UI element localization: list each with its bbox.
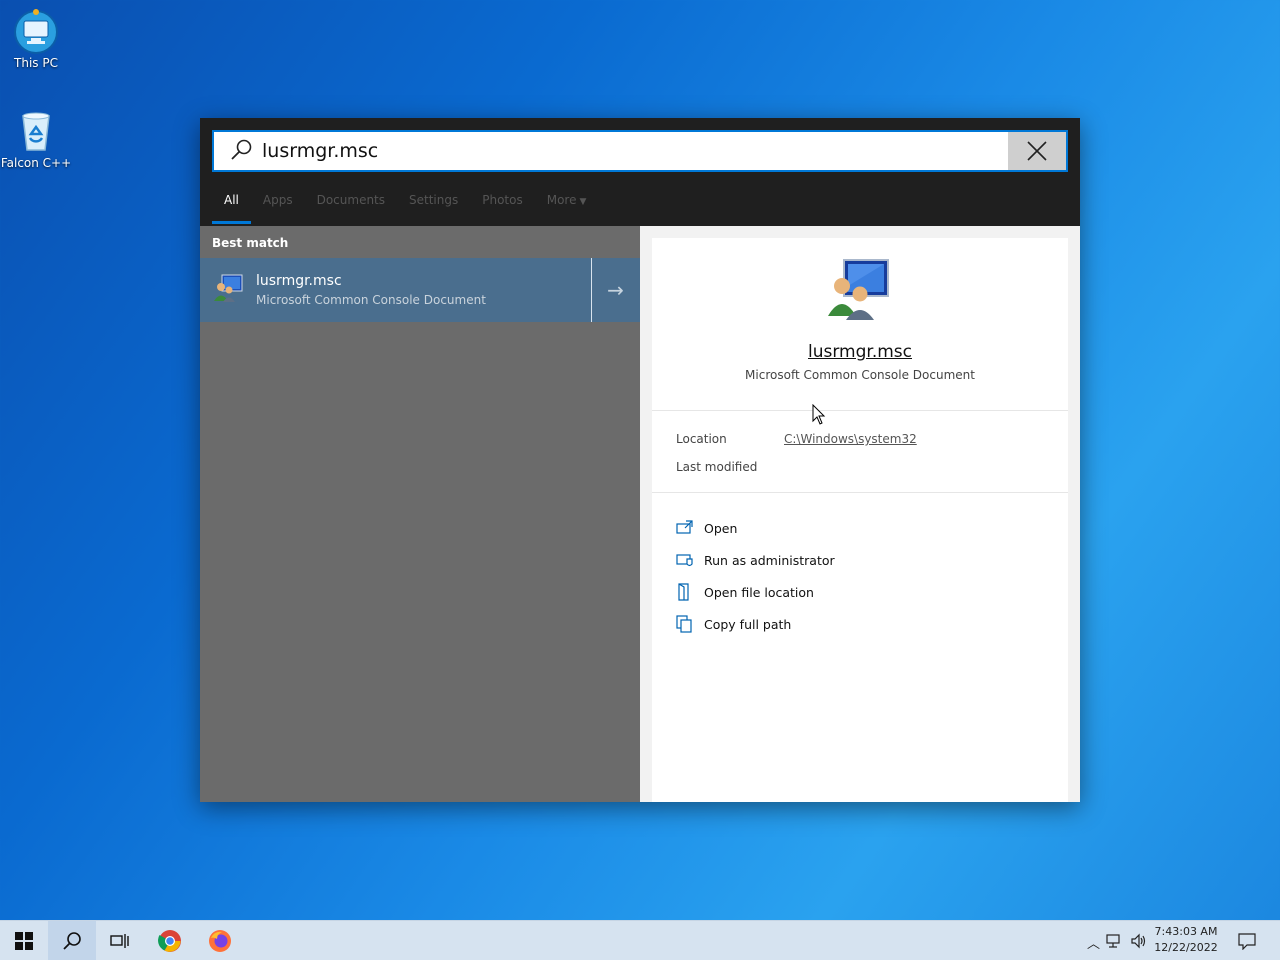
- recycle-bin-icon: [13, 108, 59, 154]
- actions-list: Open Run as administrator Open file loca…: [676, 512, 835, 640]
- shield-icon: [676, 551, 704, 569]
- action-open-file-location[interactable]: Open file location: [676, 576, 835, 608]
- chrome-taskbar-button[interactable]: [146, 921, 194, 960]
- mouse-cursor-icon: [812, 403, 826, 430]
- search-tabs: All Apps Documents Settings Photos More ▼: [212, 180, 598, 224]
- task-view-button[interactable]: [96, 921, 144, 960]
- arrow-right-icon: →: [607, 278, 624, 302]
- tab-settings[interactable]: Settings: [397, 180, 470, 224]
- search-icon: [214, 132, 262, 170]
- desktop-icon-label: This PC: [14, 56, 58, 70]
- chevron-up-icon[interactable]: ︿: [1087, 933, 1100, 952]
- modified-label: Last modified: [676, 460, 758, 474]
- details-pane: lusrmgr.msc Microsoft Common Console Doc…: [640, 226, 1080, 802]
- action-open[interactable]: Open: [676, 512, 835, 544]
- volume-icon[interactable]: [1130, 933, 1148, 953]
- task-view-icon: [110, 934, 129, 948]
- desktop-icon-this-pc[interactable]: This PC: [0, 8, 72, 70]
- tab-all[interactable]: All: [212, 180, 251, 224]
- clear-search-button[interactable]: [1008, 132, 1066, 170]
- desktop-icon-falcon[interactable]: Falcon C++: [0, 108, 72, 170]
- copy-icon: [676, 615, 704, 633]
- clock-date: 12/22/2022: [1154, 941, 1218, 954]
- network-icon[interactable]: [1106, 933, 1124, 953]
- tab-documents[interactable]: Documents: [305, 180, 397, 224]
- location-link[interactable]: C:\Windows\system32: [784, 432, 917, 446]
- open-icon: [676, 519, 704, 537]
- detail-app-name[interactable]: lusrmgr.msc: [652, 342, 1068, 362]
- close-icon: [1027, 141, 1047, 161]
- clock-time: 7:43:03 AM: [1154, 925, 1218, 938]
- action-run-as-admin[interactable]: Run as administrator: [676, 544, 835, 576]
- action-label: Open file location: [704, 584, 814, 600]
- users-console-icon: [212, 272, 244, 308]
- search-icon: [63, 932, 81, 950]
- results-pane: Best match lusrmgr.msc Microsoft Common …: [200, 226, 640, 802]
- divider: [652, 410, 1068, 411]
- caret-down-icon: ▼: [579, 197, 587, 207]
- desktop-icon-label: Falcon C++: [0, 156, 72, 170]
- result-open-area[interactable]: lusrmgr.msc Microsoft Common Console Doc…: [200, 258, 591, 322]
- expand-result-button[interactable]: →: [591, 258, 639, 322]
- tab-photos[interactable]: Photos: [470, 180, 534, 224]
- start-button[interactable]: [0, 921, 48, 960]
- folder-icon: [676, 583, 704, 601]
- action-label: Copy full path: [704, 616, 792, 632]
- tab-more[interactable]: More ▼: [535, 180, 599, 224]
- tab-more-label: More: [546, 193, 577, 207]
- details-card: lusrmgr.msc Microsoft Common Console Doc…: [652, 238, 1068, 802]
- windows-logo-icon: [15, 932, 33, 950]
- result-title: lusrmgr.msc: [256, 273, 342, 289]
- action-label: Open: [704, 520, 738, 536]
- taskbar: ︿ 7:43:03 AM 12/22/2022: [0, 920, 1280, 960]
- this-pc-icon: [13, 8, 59, 54]
- result-subtitle: Microsoft Common Console Document: [256, 293, 486, 307]
- firefox-icon: [209, 930, 231, 952]
- users-console-large-icon: [826, 256, 892, 322]
- search-window: All Apps Documents Settings Photos More▼…: [200, 118, 1080, 802]
- notification-icon[interactable]: [1238, 932, 1256, 954]
- location-label: Location: [676, 432, 727, 446]
- best-match-heading: Best match: [212, 236, 289, 250]
- divider: [652, 492, 1068, 493]
- chrome-icon: [158, 930, 181, 952]
- location-row: Location C:\Windows\system32: [676, 432, 917, 446]
- best-match-result[interactable]: lusrmgr.msc Microsoft Common Console Doc…: [200, 258, 640, 322]
- taskbar-search-button[interactable]: [48, 921, 96, 960]
- detail-app-kind: Microsoft Common Console Document: [745, 368, 975, 382]
- modified-row: Last modified: [676, 460, 757, 474]
- search-box[interactable]: [212, 130, 1068, 172]
- action-copy-full-path[interactable]: Copy full path: [676, 608, 835, 640]
- search-input[interactable]: [262, 133, 1008, 169]
- action-label: Run as administrator: [704, 552, 835, 568]
- taskbar-clock[interactable]: 7:43:03 AM 12/22/2022: [1154, 924, 1218, 956]
- tab-apps[interactable]: Apps: [251, 180, 305, 224]
- firefox-taskbar-button[interactable]: [196, 921, 244, 960]
